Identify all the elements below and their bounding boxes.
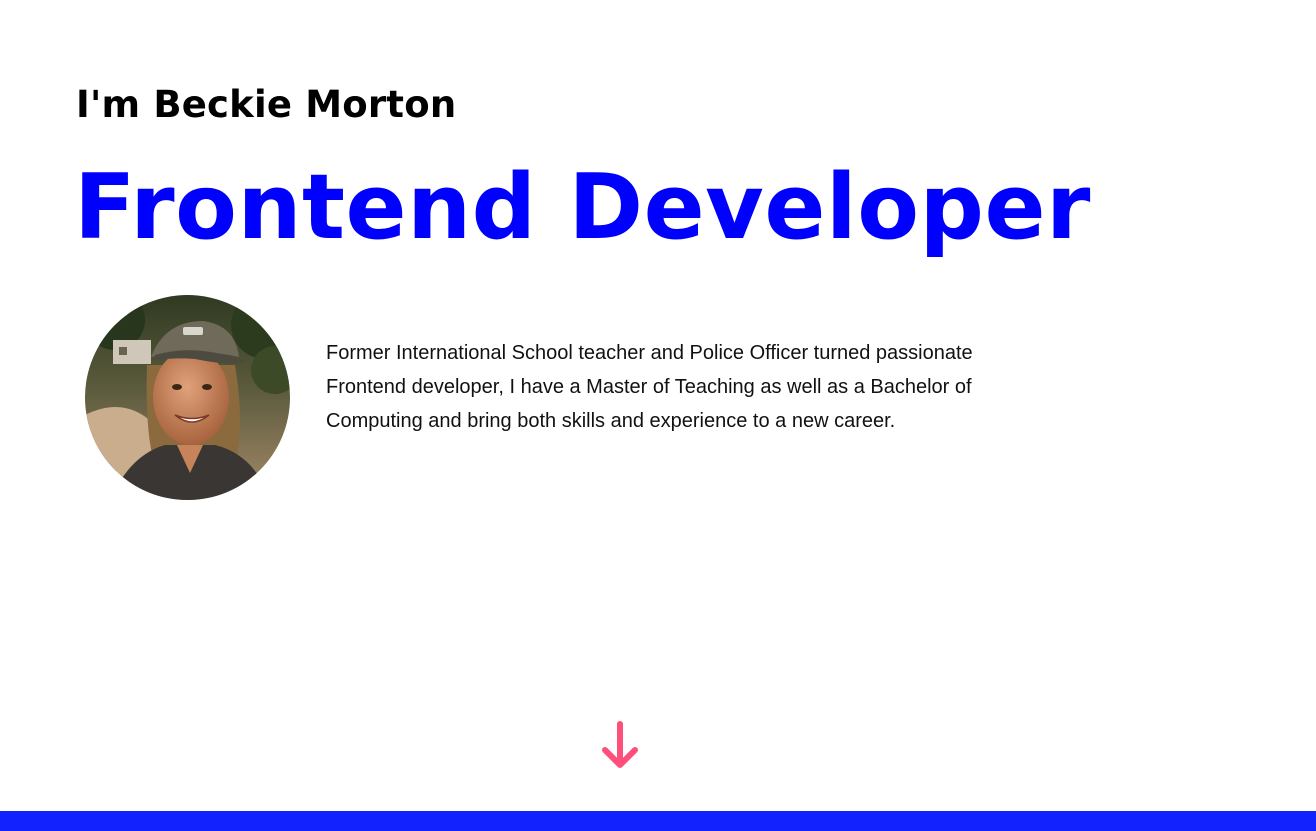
bio-text: Former International School teacher and … — [326, 342, 973, 432]
role-heading: Frontend Developer — [74, 155, 1091, 260]
scroll-down-button[interactable] — [600, 720, 640, 772]
footer-bar — [0, 811, 1316, 831]
intro-heading: I'm Beckie Morton — [76, 83, 457, 126]
avatar — [85, 295, 290, 500]
arrow-down-icon — [602, 721, 638, 768]
profile-photo — [85, 295, 290, 500]
